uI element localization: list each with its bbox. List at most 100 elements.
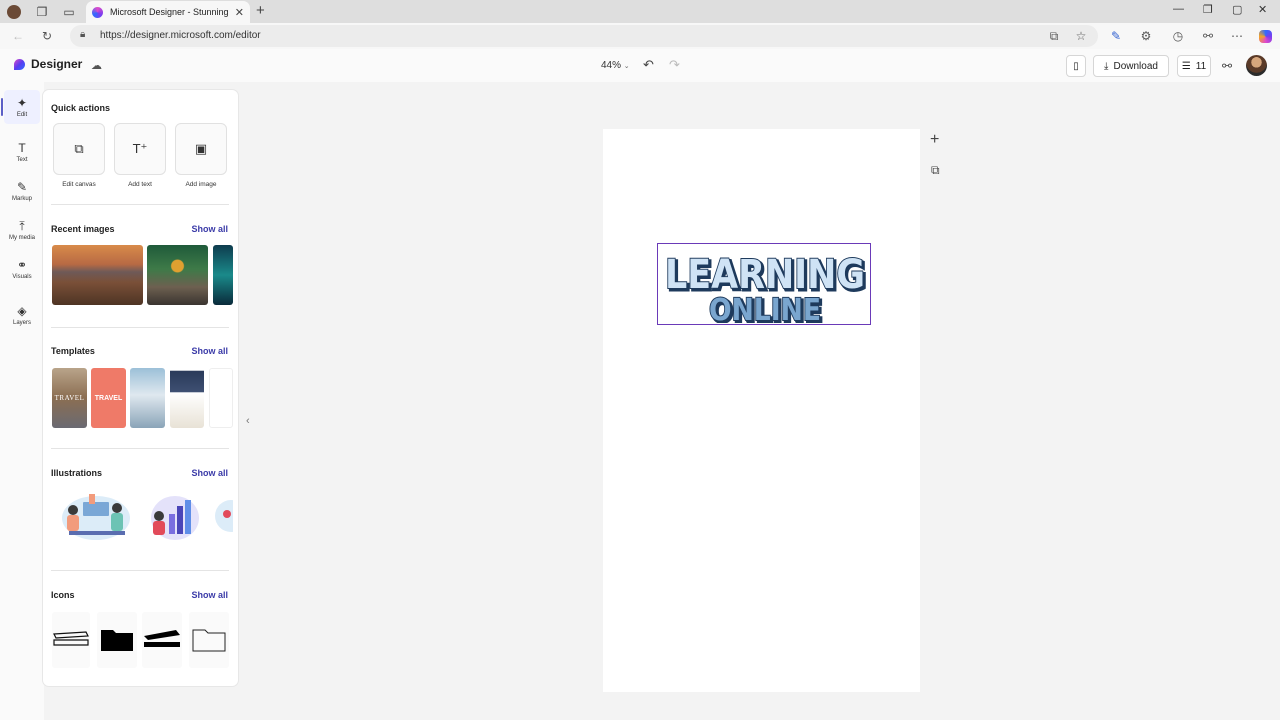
extensions-icon[interactable]: ⚙ [1138,28,1154,44]
add-page-icon[interactable]: + [930,131,939,149]
download-icon: ⤓ [1104,60,1109,72]
browser-tab-strip: ❐ ▭ Microsoft Designer - Stunning de ✕ +… [0,0,1280,23]
edit-canvas-label: Edit canvas [62,181,96,188]
icon-folder-filled[interactable] [97,612,137,668]
tab-actions-icon[interactable]: ▭ [61,4,77,20]
redo-icon[interactable]: ↷ [669,57,680,73]
template-people[interactable] [130,368,165,428]
share-icon[interactable]: ⚯ [1200,28,1216,44]
url-text: https://designer.microsoft.com/editor [100,30,261,41]
illustration-partial[interactable] [209,488,233,546]
add-image-label: Add image [185,181,217,188]
quick-actions-title: Quick actions [51,103,111,113]
coins-icon: ☰ [1181,60,1191,72]
designer-brand[interactable]: Designer [14,57,82,71]
address-bar-row: ← ↻ 🔒︎ https://designer.microsoft.com/ed… [0,23,1280,49]
undo-icon[interactable]: ↶ [643,57,654,73]
folder-filled-icon [101,630,133,651]
icons-title: Icons [51,590,75,600]
more-options-icon[interactable]: ⋯ [1229,28,1245,44]
pen-icon: ✎ [16,179,28,194]
cloud-save-icon[interactable]: ☁ [91,59,102,72]
icon-stapler-filled[interactable] [142,612,182,668]
profile-avatar-icon[interactable] [6,4,22,20]
favorite-star-icon[interactable]: ☆ [1073,28,1089,44]
add-image-icon: ▣ [194,141,208,156]
divider [51,448,229,449]
rail-item-edit[interactable]: ✦ Edit [1,90,40,124]
duplicate-page-icon[interactable]: ⧉ [931,163,940,178]
chart-illustration-icon [151,496,199,540]
magic-edit-icon: ✦ [16,95,28,110]
app-header: Designer ☁ 44% ⌄ ↶ ↷ ▯ ⤓ Download ☰ 11 ⚯ [0,49,1280,82]
browser-tab-designer[interactable]: Microsoft Designer - Stunning de ✕ [86,1,250,23]
rail-item-text[interactable]: T Text [4,135,40,169]
refresh-icon[interactable]: ↻ [39,28,55,44]
window-close-icon[interactable]: ✕ [1258,3,1267,16]
add-text-button[interactable]: T⁺ [114,123,166,175]
edit-canvas-button[interactable]: ⧉ [53,123,105,175]
credits-count: 11 [1195,60,1207,72]
rail-label: Layers [12,319,31,326]
add-text-icon: T⁺ [132,141,148,156]
share-design-icon[interactable]: ⚯ [1222,59,1232,73]
recent-image-railway[interactable] [147,245,208,305]
designer-extension-icon[interactable]: ✎ [1108,28,1124,44]
icon-folder-outline[interactable] [189,612,229,668]
left-rail: ✦ Edit T Text ✎ Markup ⤒ My media ⚭ Visu… [0,82,44,720]
stapler-filled-icon [144,630,180,647]
illustrations-show-all[interactable]: Show all [191,468,228,478]
rail-item-layers[interactable]: ◈ Layers [4,298,40,332]
rail-label: Edit [16,111,28,118]
chevron-down-icon: ⌄ [623,63,630,70]
illustration-chart[interactable] [143,488,203,546]
template-document[interactable] [209,368,233,428]
workspaces-icon[interactable]: ❐ [34,4,50,20]
selected-text-element[interactable]: LEARNING LEARNING ONLINE ONLINE [657,243,871,325]
new-tab-button[interactable]: + [256,2,265,19]
template-label: TRAVEL [54,394,85,402]
rail-item-visuals[interactable]: ⚭ Visuals [4,252,40,286]
add-text-label: Add text [128,181,152,188]
icons-show-all[interactable]: Show all [191,590,228,600]
recent-image-mountain[interactable] [52,245,143,305]
rail-label: My media [8,234,35,241]
app-available-icon[interactable]: ⧉ [1046,28,1062,44]
minimize-icon[interactable]: — [1173,3,1184,15]
headline-text: LEARNING LEARNING ONLINE ONLINE [664,251,869,323]
history-icon[interactable]: ◷ [1170,28,1186,44]
back-icon[interactable]: ← [10,28,26,44]
download-button[interactable]: ⤓ Download [1093,55,1169,77]
credits-button[interactable]: ☰ 11 [1177,55,1211,77]
icon-stapler-outline[interactable] [52,612,90,668]
stapler-outline-icon [53,631,89,646]
illustration-team[interactable] [53,488,139,546]
zoom-dropdown[interactable]: 44% ⌄ [601,60,630,71]
template-travel-coral[interactable]: TRAVEL [91,368,126,428]
templates-title: Templates [51,346,95,356]
templates-show-all[interactable]: Show all [191,346,228,356]
recent-image-aqua[interactable] [213,245,233,305]
recent-images-show-all[interactable]: Show all [191,224,228,234]
close-tab-icon[interactable]: ✕ [235,6,244,19]
address-bar[interactable]: 🔒︎ https://designer.microsoft.com/editor [70,25,1098,47]
rail-label: Text [16,156,28,163]
add-image-button[interactable]: ▣ [175,123,227,175]
recent-images-title: Recent images [51,224,115,234]
lock-icon: 🔒︎ [80,29,86,40]
designer-logo-icon [14,58,25,70]
rail-item-markup[interactable]: ✎ Markup [4,174,40,208]
template-landmarks[interactable] [170,368,204,428]
restore-icon[interactable]: ❐ [1203,3,1213,16]
headline-line1: LEARNING [665,252,865,298]
template-travel-photo[interactable]: TRAVEL [52,368,87,428]
layers-icon: ◈ [17,303,27,318]
edit-panel: Quick actions ⧉ Edit canvas T⁺ Add text … [43,90,238,686]
tab-menu-icon[interactable]: ▢ [1232,3,1242,16]
rail-item-my-media[interactable]: ⤒ My media [4,213,40,247]
design-artboard[interactable] [603,129,920,692]
copilot-icon[interactable] [1257,28,1273,44]
user-avatar[interactable] [1246,55,1267,76]
device-preview-button[interactable]: ▯ [1066,55,1086,77]
collapse-panel-chevron-icon[interactable]: ‹ [246,415,250,427]
